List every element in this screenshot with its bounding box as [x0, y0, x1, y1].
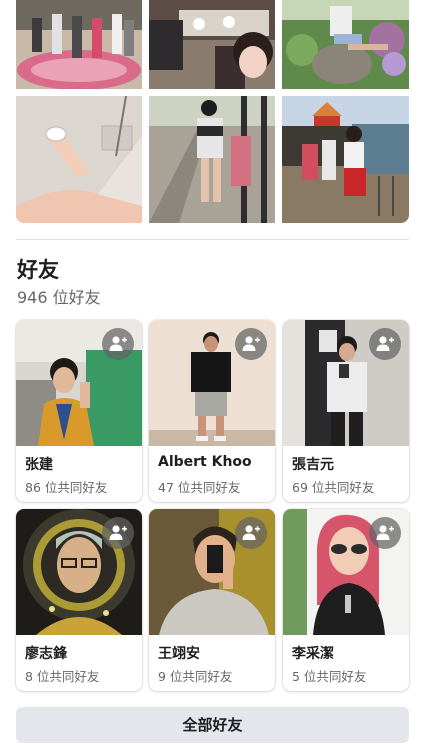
mutual-friends-count: 5 位共同好友	[292, 669, 367, 684]
friend-name[interactable]: 廖志鋒	[25, 643, 67, 663]
add-friend-button[interactable]	[235, 517, 267, 549]
add-friend-button[interactable]	[102, 517, 134, 549]
friend-card[interactable]: 张建 86 位共同好友	[16, 320, 142, 502]
friend-count: 946 位好友	[17, 288, 101, 307]
add-friend-icon	[376, 336, 394, 351]
see-all-friends-button[interactable]: 全部好友	[16, 707, 409, 743]
friend-name[interactable]: 王翊安	[158, 643, 200, 663]
add-friend-icon	[109, 525, 127, 540]
section-divider	[16, 239, 409, 240]
photo-2-image	[149, 0, 275, 89]
photo-6[interactable]	[282, 96, 409, 223]
friend-name[interactable]: 李采潔	[292, 643, 334, 663]
photo-5-image	[149, 96, 275, 223]
friend-card[interactable]: 李采潔 5 位共同好友	[283, 509, 409, 691]
photo-2[interactable]	[149, 0, 275, 89]
photo-6-image	[282, 96, 409, 223]
photo-4[interactable]	[16, 96, 142, 223]
add-friend-icon	[242, 336, 260, 351]
friend-name[interactable]: 張吉元	[292, 454, 334, 474]
add-friend-button[interactable]	[102, 328, 134, 360]
add-friend-icon	[242, 525, 260, 540]
mutual-friends-count: 86 位共同好友	[25, 480, 108, 495]
photo-3[interactable]	[282, 0, 409, 89]
mutual-friends-count: 8 位共同好友	[25, 669, 100, 684]
photo-3-image	[282, 0, 409, 89]
photo-4-image	[16, 96, 142, 223]
add-friend-button[interactable]	[369, 328, 401, 360]
photo-1[interactable]	[16, 0, 142, 89]
friend-name[interactable]: Albert Khoo	[158, 454, 252, 470]
mutual-friends-count: 47 位共同好友	[158, 480, 241, 495]
friend-card[interactable]: 張吉元 69 位共同好友	[283, 320, 409, 502]
photo-5[interactable]	[149, 96, 275, 223]
friends-section-title: 好友	[17, 258, 59, 282]
mutual-friends-count: 69 位共同好友	[292, 480, 375, 495]
friend-card[interactable]: Albert Khoo 47 位共同好友	[149, 320, 275, 502]
add-friend-icon	[376, 525, 394, 540]
friend-name[interactable]: 张建	[25, 454, 53, 474]
photo-1-image	[16, 0, 142, 89]
photos-grid	[16, 0, 409, 224]
add-friend-button[interactable]	[369, 517, 401, 549]
mutual-friends-count: 9 位共同好友	[158, 669, 233, 684]
add-friend-icon	[109, 336, 127, 351]
friend-card[interactable]: 廖志鋒 8 位共同好友	[16, 509, 142, 691]
add-friend-button[interactable]	[235, 328, 267, 360]
friend-card[interactable]: 王翊安 9 位共同好友	[149, 509, 275, 691]
